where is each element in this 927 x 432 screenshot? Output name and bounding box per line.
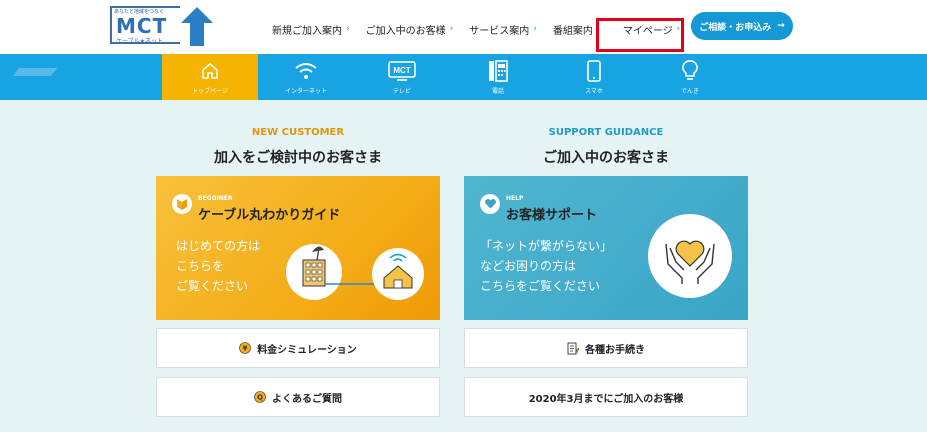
cable-illustration: [286, 244, 424, 300]
beginner-guide-card[interactable]: BEGGINER ケーブル丸わかりガイド はじめての方は こちらを ご覧ください: [156, 176, 440, 320]
support-heading-en: SUPPORT GUIDANCE: [548, 127, 664, 138]
card-desc-line: などお困りの方は: [480, 259, 577, 273]
card-desc-line: こちらをご覧ください: [480, 279, 601, 293]
site-logo[interactable]: あなたと地域をつなぐ MCT ケーブル★ネット: [110, 4, 216, 46]
nav-decoration: [12, 68, 58, 76]
svg-text:MCT: MCT: [393, 66, 410, 75]
mainnav-electricity[interactable]: でんき: [642, 54, 738, 100]
home-icon: [200, 60, 220, 82]
yen-coin-icon: ¥: [239, 342, 251, 354]
customer-support-card[interactable]: HELP お客様サポート 「ネットが繋がらない」 などお困りの方は こちらをご覧…: [464, 176, 748, 320]
arrow-right-icon: →: [777, 21, 785, 31]
button-label: 各種お手続き: [585, 344, 645, 356]
logo-name: MCT: [116, 14, 168, 38]
faq-button[interactable]: Q よくあるご質問: [156, 377, 440, 417]
main-nav: トップページ インターネット MCT テレビ 電話 スマホ でんき: [0, 54, 927, 100]
site-header: あなたと地域をつなぐ MCT ケーブル★ネット 新規ご加入案内 › ご加入中のお客…: [0, 0, 927, 54]
mainnav-label: スマホ: [585, 87, 603, 95]
topnav-label: 番組案内: [552, 25, 593, 37]
card-desc-line: はじめての方は: [176, 239, 261, 253]
topnav-new-join[interactable]: 新規ご加入案内 ›: [272, 22, 350, 37]
consult-apply-button[interactable]: ご相談・お申込み →: [691, 12, 793, 40]
bulb-icon: [682, 59, 698, 82]
logo-subtitle: ケーブル★ネット: [116, 38, 164, 45]
button-label: 料金シミュレーション: [257, 344, 357, 356]
button-label: 2020年3月までにご加入のお客様: [528, 393, 684, 405]
phone-icon: [487, 59, 509, 82]
card-kicker: BEGGINER: [198, 195, 233, 202]
new-customer-heading-en: NEW CUSTOMER: [251, 127, 345, 138]
mainnav-label: トップページ: [192, 87, 228, 95]
card-desc-line: 「ネットが繋がらない」: [480, 239, 613, 253]
beginner-mark-icon: [172, 194, 192, 214]
chevron-right-icon: ›: [449, 24, 454, 34]
mainnav-label: テレビ: [392, 87, 411, 95]
mainnav-label: 電話: [491, 87, 504, 95]
mainnav-phone[interactable]: 電話: [450, 54, 546, 100]
topnav-services[interactable]: サービス案内 ›: [469, 22, 537, 37]
support-heading: ご加入中のお客さま: [543, 150, 669, 166]
card-description: はじめての方は こちらを ご覧ください: [176, 236, 260, 296]
topnav-label: サービス案内: [469, 25, 530, 37]
card-title: お客様サポート: [506, 208, 598, 223]
topnav-label: 新規ご加入案内: [272, 25, 342, 37]
hands-heart-illustration: [648, 214, 732, 298]
button-label: よくあるご質問: [272, 393, 342, 405]
svg-text:¥: ¥: [243, 345, 248, 353]
topnav-programs[interactable]: 番組案内: [553, 22, 593, 37]
price-simulation-button[interactable]: ¥ 料金シミュレーション: [156, 328, 440, 368]
mainnav-label: インターネット: [284, 87, 327, 95]
smartphone-icon: [586, 59, 602, 82]
wifi-icon: [294, 60, 318, 82]
card-desc-line: こちらを: [176, 259, 225, 273]
procedures-button[interactable]: 各種お手続き: [464, 328, 748, 368]
document-pen-icon: [567, 342, 579, 355]
svg-text:Q: Q: [257, 394, 263, 402]
topnav-label: ご加入中のお客様: [365, 25, 446, 37]
topnav-current-customers[interactable]: ご加入中のお客様 ›: [366, 22, 454, 37]
mainnav-tv[interactable]: MCT テレビ: [354, 54, 450, 100]
pre-2020-customers-button[interactable]: 2020年3月までにご加入のお客様: [464, 377, 748, 417]
mainnav-smartphone[interactable]: スマホ: [546, 54, 642, 100]
chevron-right-icon: ›: [533, 24, 537, 34]
mainnav-top[interactable]: トップページ: [162, 54, 258, 100]
card-description: 「ネットが繋がらない」 などお困りの方は こちらをご覧ください: [480, 236, 612, 296]
new-customer-heading: 加入をご検討中のお客さま: [214, 150, 382, 166]
card-desc-line: ご覧ください: [176, 279, 249, 293]
card-title: ケーブル丸わかりガイド: [198, 208, 341, 223]
heart-chat-icon: [480, 194, 500, 214]
question-icon: Q: [254, 391, 266, 403]
card-kicker: HELP: [506, 195, 524, 202]
mypage-highlight-box: [596, 18, 684, 52]
consult-apply-label: ご相談・お申込み: [699, 22, 772, 33]
chevron-right-icon: ›: [346, 24, 350, 34]
logo-arrow-icon: [181, 7, 213, 46]
tv-icon: MCT: [388, 60, 416, 82]
mainnav-internet[interactable]: インターネット: [258, 54, 354, 100]
mainnav-label: でんき: [680, 87, 699, 95]
